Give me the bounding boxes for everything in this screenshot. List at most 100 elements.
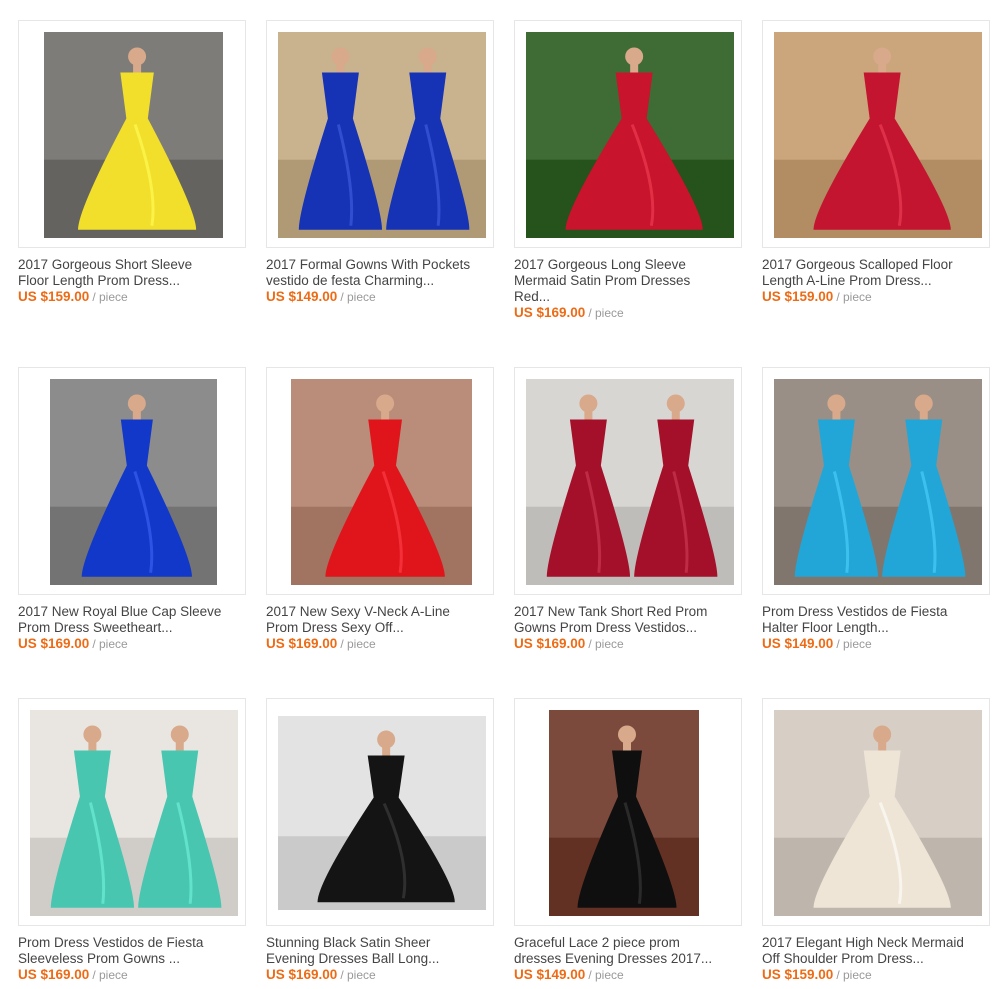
product-image [278,32,486,238]
model-head [377,730,396,749]
price-unit: / piece [836,637,872,651]
price-line: US $149.00/ piece [266,289,376,305]
product-thumbnail[interactable] [266,20,494,248]
product-thumbnail[interactable] [762,698,990,926]
product-title-link[interactable]: 2017 Elegant High Neck Mermaid Off Shoul… [762,935,994,967]
product-title-link[interactable]: 2017 Gorgeous Short Sleeve Floor Length … [18,257,250,289]
product-title-link[interactable]: Prom Dress Vestidos de Fiesta Halter Flo… [762,604,994,636]
model-head [128,47,147,66]
product-price: US $149.00 [266,289,338,304]
product-photo [278,716,486,910]
product-price: US $169.00 [18,636,90,651]
model-head [331,47,350,66]
model-head [666,394,685,413]
price-unit: / piece [340,637,376,651]
price-unit: / piece [588,306,624,320]
price-line: US $169.00/ piece [514,305,624,321]
product-title-link[interactable]: Graceful Lace 2 piece prom dresses Eveni… [514,935,746,967]
product-thumbnail[interactable] [18,367,246,595]
product-photo [774,32,982,238]
product-photo [278,32,486,238]
product-title-link[interactable]: 2017 New Royal Blue Cap Sleeve Prom Dres… [18,604,250,636]
product-thumbnail[interactable] [514,20,742,248]
product-image [526,32,734,238]
product-title-link[interactable]: 2017 Gorgeous Scalloped Floor Length A-L… [762,257,994,289]
product-price: US $159.00 [18,289,90,304]
price-line: US $169.00/ piece [514,636,624,652]
product-thumbnail[interactable] [18,698,246,926]
product-price: US $169.00 [514,305,586,320]
product-price: US $149.00 [762,636,834,651]
product-photo [30,710,238,916]
product-price: US $169.00 [18,967,90,982]
product-thumbnail[interactable] [18,20,246,248]
product-image [44,32,223,238]
product-image [549,710,699,916]
price-line: US $169.00/ piece [266,967,376,983]
price-unit: / piece [588,637,624,651]
product-photo [526,32,734,238]
price-line: US $149.00/ piece [762,636,872,652]
price-line: US $159.00/ piece [762,967,872,983]
price-unit: / piece [340,290,376,304]
model-head [625,47,644,66]
product-thumbnail[interactable] [266,367,494,595]
model-head [914,394,933,413]
price-unit: / piece [92,968,128,982]
product-title-link[interactable]: Stunning Black Satin Sheer Evening Dress… [266,935,498,967]
product-thumbnail[interactable] [266,698,494,926]
product-title-link[interactable]: 2017 New Tank Short Red Prom Gowns Prom … [514,604,746,636]
product-thumbnail[interactable] [762,367,990,595]
product-title-link[interactable]: 2017 Formal Gowns With Pockets vestido d… [266,257,498,289]
product-thumbnail[interactable] [514,367,742,595]
product-price: US $169.00 [514,636,586,651]
model-head [83,725,102,744]
model-head [579,394,598,413]
product-photo [774,710,982,916]
product-image [30,710,238,916]
product-title-link[interactable]: 2017 New Sexy V-Neck A-Line Prom Dress S… [266,604,498,636]
model-head [873,725,892,744]
price-line: US $169.00/ piece [266,636,376,652]
price-line: US $159.00/ piece [762,289,872,305]
model-head [127,394,146,413]
product-photo [549,710,699,916]
product-price: US $159.00 [762,289,834,304]
product-photo [526,379,734,585]
price-unit: / piece [836,968,872,982]
model-head [873,47,892,66]
product-image [50,379,217,585]
product-price: US $169.00 [266,636,338,651]
product-photo [774,379,982,585]
price-line: US $169.00/ piece [18,967,128,983]
product-photo [291,379,472,585]
price-line: US $149.00/ piece [514,967,624,983]
product-title-link[interactable]: 2017 Gorgeous Long Sleeve Mermaid Satin … [514,257,746,305]
price-unit: / piece [340,968,376,982]
product-thumbnail[interactable] [514,698,742,926]
product-photo [44,32,223,238]
price-line: US $169.00/ piece [18,636,128,652]
product-grid: 2017 Gorgeous Short Sleeve Floor Length … [0,0,1000,989]
product-image [291,379,472,585]
product-image [526,379,734,585]
model-head [618,725,636,744]
product-image [278,716,486,910]
product-thumbnail[interactable] [762,20,990,248]
price-unit: / piece [92,290,128,304]
price-unit: / piece [92,637,128,651]
model-head [827,394,846,413]
product-image [774,32,982,238]
product-photo [50,379,217,585]
model-head [170,725,189,744]
product-image [774,379,982,585]
price-line: US $159.00/ piece [18,289,128,305]
product-price: US $169.00 [266,967,338,982]
price-unit: / piece [836,290,872,304]
model-head [418,47,437,66]
price-unit: / piece [588,968,624,982]
model-head [376,394,395,413]
product-image [774,710,982,916]
product-title-link[interactable]: Prom Dress Vestidos de Fiesta Sleeveless… [18,935,250,967]
product-price: US $149.00 [514,967,586,982]
